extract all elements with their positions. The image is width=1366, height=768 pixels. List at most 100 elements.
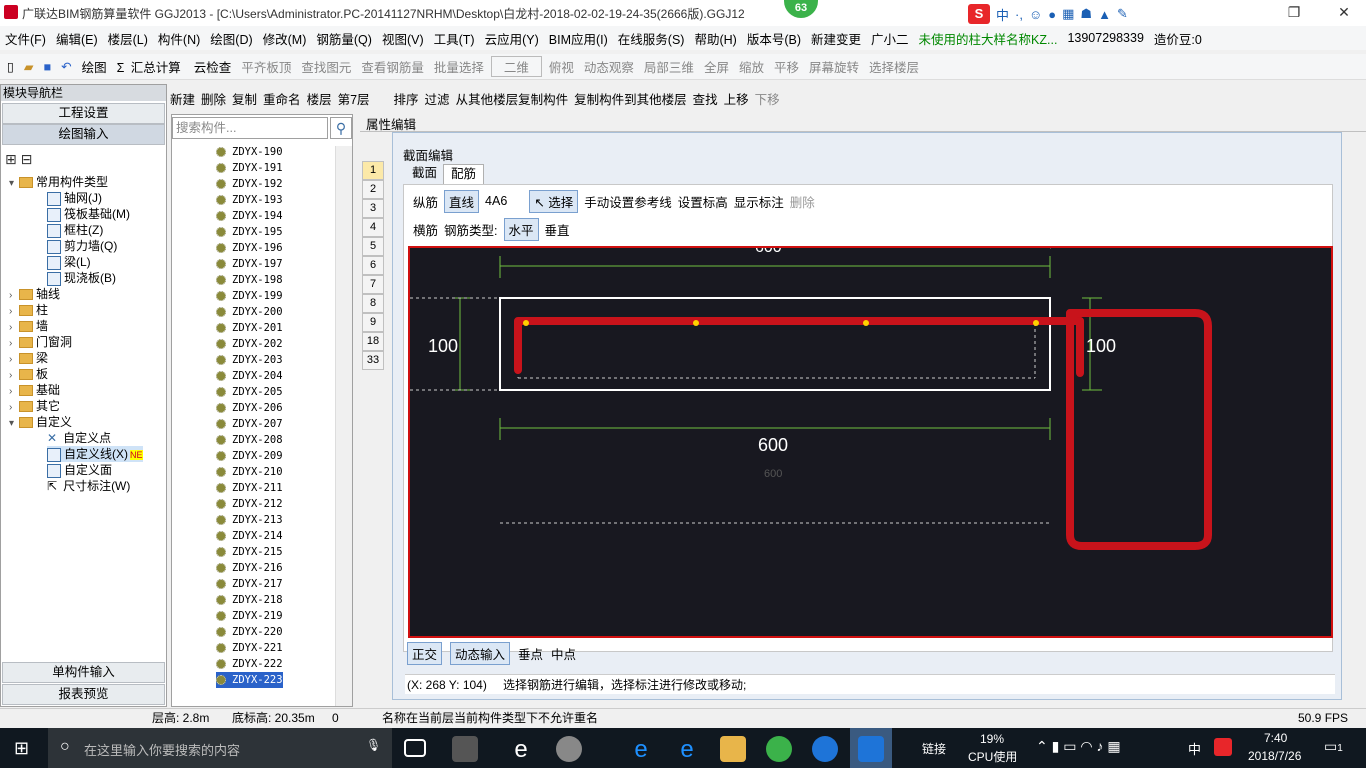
row-number[interactable]: 1 — [362, 161, 384, 180]
menu-rebar[interactable]: 钢筋量(Q) — [311, 29, 377, 48]
user-icon[interactable]: ☗ — [1080, 6, 1092, 22]
dim-height-right[interactable]: 100 — [1086, 336, 1116, 356]
tray-icons[interactable]: ⌃ ▮ ▭ ◠ ♪ ▦ — [1036, 738, 1121, 755]
menu-unused-column[interactable]: 未使用的柱大样名称KZ... — [914, 29, 1063, 48]
sort-button[interactable]: 排序 — [394, 89, 419, 108]
menu-floor[interactable]: 楼层(L) — [103, 29, 153, 48]
menu-new-change[interactable]: 新建变更 — [806, 29, 866, 48]
component-item[interactable]: ZDYX-202 — [216, 336, 283, 352]
menu-edit[interactable]: 编辑(E) — [51, 29, 103, 48]
keyboard-icon[interactable]: ▦ — [1062, 6, 1074, 22]
dynamic-input-button[interactable]: 动态输入 — [450, 641, 511, 665]
floor-select[interactable]: 第7层 — [338, 89, 388, 108]
row-number[interactable]: 7 — [362, 275, 384, 294]
component-item[interactable]: ZDYX-216 — [216, 560, 283, 576]
component-item[interactable]: ZDYX-205 — [216, 384, 283, 400]
menu-modify[interactable]: 修改(M) — [258, 29, 312, 48]
drawing-canvas[interactable]: 600 100 100 600 600 — [408, 246, 1333, 638]
tree-axis-line[interactable]: › 轴线 — [9, 286, 60, 302]
spec-select[interactable]: 4A6 — [485, 194, 523, 208]
component-item[interactable]: ZDYX-204 — [216, 368, 283, 384]
component-item[interactable]: ZDYX-192 — [216, 176, 283, 192]
menu-help[interactable]: 帮助(H) — [689, 29, 741, 48]
menu-cloud[interactable]: 云应用(Y) — [480, 29, 544, 48]
tree-custom-point[interactable]: ✕ 自定义点 — [47, 430, 111, 446]
view-mode-select[interactable]: 二维 — [490, 56, 542, 77]
component-item[interactable]: ZDYX-210 — [216, 464, 283, 480]
menu-component[interactable]: 构件(N) — [153, 29, 205, 48]
360-icon[interactable] — [766, 736, 792, 762]
copy-from-floor-button[interactable]: 从其他楼层复制构件 — [456, 89, 569, 108]
row-number[interactable]: 18 — [362, 332, 384, 351]
find-button[interactable]: 查找 — [693, 89, 718, 108]
copy-to-floor-button[interactable]: 复制构件到其他楼层 — [574, 89, 687, 108]
tree-raft[interactable]: 筏板基础(M) — [47, 206, 130, 222]
dim-bottom-width[interactable]: 600 — [758, 435, 788, 455]
tree-foundation[interactable]: › 基础 — [9, 382, 60, 398]
notification-badge[interactable]: 63 — [784, 0, 818, 18]
vertical-button[interactable]: 垂直 — [545, 220, 570, 239]
tool-zoom[interactable]: 缩放 — [736, 57, 767, 76]
links-label[interactable]: 链接 — [922, 740, 946, 757]
select-tool-button[interactable]: ↖ 选择 — [529, 189, 579, 213]
tool-top-view[interactable]: 俯视 — [546, 57, 577, 76]
tree-other[interactable]: › 其它 — [9, 398, 60, 414]
row-number[interactable]: 33 — [362, 351, 384, 370]
tool-align-slab[interactable]: 平齐板顶 — [238, 57, 294, 76]
component-item[interactable]: ZDYX-207 — [216, 416, 283, 432]
open-folder-icon[interactable]: ▰ — [21, 59, 37, 74]
tree-column[interactable]: › 柱 — [9, 302, 48, 318]
tool-summary[interactable]: Σ 汇总计算 — [114, 57, 187, 76]
tool-batch-select[interactable]: 批量选择 — [431, 57, 487, 76]
tool-draw[interactable]: 绘图 — [79, 57, 110, 76]
tree-cast-slab[interactable]: 现浇板(B) — [47, 270, 116, 286]
list-scrollbar[interactable] — [335, 146, 352, 706]
rename-button[interactable]: 重命名 — [263, 89, 301, 108]
component-item[interactable]: ZDYX-196 — [216, 240, 283, 256]
component-item[interactable]: ZDYX-195 — [216, 224, 283, 240]
component-item[interactable]: ZDYX-198 — [216, 272, 283, 288]
component-item[interactable]: ZDYX-222 — [216, 656, 283, 672]
tree-beam[interactable]: 梁(L) — [47, 254, 91, 270]
new-button[interactable]: 新建 — [170, 89, 195, 108]
glodon-g-icon[interactable] — [812, 736, 838, 762]
tree-custom[interactable]: ▾ 自定义 — [9, 414, 72, 430]
component-item[interactable]: ZDYX-215 — [216, 544, 283, 560]
component-item[interactable]: ZDYX-206 — [216, 400, 283, 416]
tree-axis-grid[interactable]: 轴网(J) — [47, 190, 102, 206]
tool-rotate[interactable]: 屏幕旋转 — [806, 57, 862, 76]
row-number[interactable]: 6 — [362, 256, 384, 275]
single-input-button[interactable]: 单构件输入 — [2, 662, 165, 683]
move-down-button[interactable]: 下移 — [755, 89, 780, 108]
windows-start-icon[interactable]: ⊞ — [14, 738, 29, 759]
menu-online[interactable]: 在线服务(S) — [613, 29, 690, 48]
menu-tools[interactable]: 工具(T) — [429, 29, 480, 48]
mic-icon[interactable]: ● — [1048, 7, 1056, 22]
mid-point-button[interactable]: 中点 — [551, 644, 576, 663]
row-number[interactable]: 8 — [362, 294, 384, 313]
component-item[interactable]: ZDYX-212 — [216, 496, 283, 512]
tree-frame-column[interactable]: 框柱(Z) — [47, 222, 103, 238]
delete-button[interactable]: 删除 — [201, 89, 226, 108]
tree-slab[interactable]: › 板 — [9, 366, 48, 382]
ie-icon[interactable]: e — [674, 736, 700, 763]
clock-date[interactable]: 2018/7/26 — [1248, 749, 1301, 763]
expand-all-icon[interactable]: ⊞ ⊟ — [5, 151, 32, 168]
tool-pan[interactable]: 平移 — [771, 57, 802, 76]
close-button[interactable]: ✕ — [1334, 2, 1354, 22]
tree-custom-line[interactable]: 自定义线(X) NE — [47, 446, 143, 462]
clock-time[interactable]: 7:40 — [1264, 731, 1287, 745]
tree-dimension[interactable]: ⇱ 尺寸标注(W) — [47, 478, 130, 494]
fan-app-icon[interactable] — [452, 736, 478, 762]
menu-phone[interactable]: 13907298339 — [1062, 31, 1148, 45]
component-item[interactable]: ZDYX-211 — [216, 480, 283, 496]
set-height-button[interactable]: 设置标高 — [678, 192, 728, 211]
ie-legacy-icon[interactable]: e — [508, 736, 534, 763]
restore-button[interactable]: ❐ — [1284, 2, 1304, 22]
component-item[interactable]: ZDYX-209 — [216, 448, 283, 464]
tab-section[interactable]: 截面 — [405, 164, 444, 184]
row-number[interactable]: 9 — [362, 313, 384, 332]
tree-shear-wall[interactable]: 剪力墙(Q) — [47, 238, 117, 254]
browser-icon[interactable] — [556, 736, 582, 762]
horizontal-button[interactable]: 水平 — [503, 217, 539, 241]
